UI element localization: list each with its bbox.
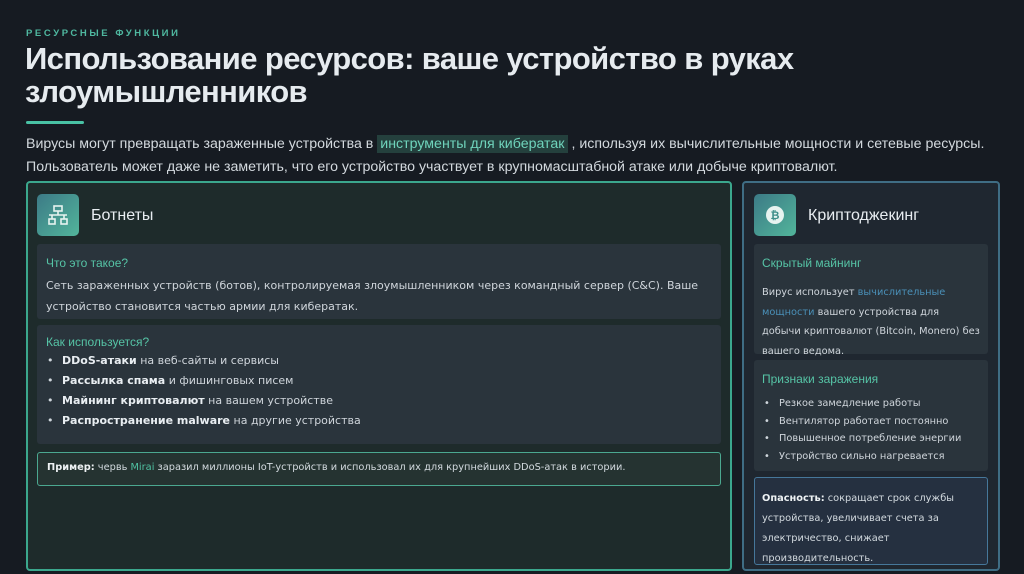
list-item-bold: Майнинг криптовалют (62, 394, 205, 407)
list-item: Резкое замедление работы (762, 395, 980, 413)
botnets-how-heading: Как используется? (46, 335, 150, 349)
list-item: Майнинг криптовалют на вашем устройстве (46, 391, 712, 411)
botnets-icon-box (37, 194, 79, 236)
botnets-what-text: Сеть зараженных устройств (ботов), контр… (46, 279, 699, 313)
hidden-mining-text: Вирус использует вычислительные мощности… (762, 283, 980, 361)
cryptojacking-panel: ₿ Криптоджекинг Скрытый майнинг Вирус ис… (742, 181, 1000, 571)
botnets-example-box: Пример: червь Mirai заразил миллионы IoT… (37, 452, 721, 486)
list-item-text: на веб-сайты и сервисы (136, 354, 279, 367)
example-highlight: Mirai (130, 462, 155, 473)
list-item: Устройство сильно нагревается (762, 448, 980, 466)
danger-box: Опасность: сокращает срок службы устройс… (754, 477, 988, 565)
intro-text-start: Вирусы могут превращать зараженные устро… (26, 136, 378, 152)
hidden-text-start: Вирус использует (762, 287, 858, 298)
cryptojacking-title: Криптоджекинг (808, 207, 920, 224)
list-item-bold: Распространение malware (62, 414, 231, 427)
botnets-title: Ботнеты (91, 207, 154, 224)
list-item-bold: Рассылка спама (62, 374, 166, 387)
bitcoin-icon: ₿ (766, 206, 784, 224)
list-item: Повышенное потребление энергии (762, 430, 980, 448)
example-text-start: червь (94, 462, 131, 473)
botnets-panel: Ботнеты Что это такое? Сеть зараженных у… (26, 181, 732, 571)
network-icon (48, 205, 68, 225)
intro-highlight: инструменты для кибератак (377, 135, 568, 153)
list-item: Рассылка спама и фишинговых писем (46, 371, 712, 391)
botnets-how-card: Как используется? DDoS-атаки на веб-сайт… (37, 325, 721, 444)
infection-signs-heading: Признаки заражения (762, 372, 879, 386)
infection-signs-card: Признаки заражения Резкое замедление раб… (754, 360, 988, 471)
svg-text:₿: ₿ (771, 209, 780, 222)
list-item-text: на другие устройства (230, 414, 361, 427)
list-item: Распространение malware на другие устрой… (46, 411, 712, 431)
intro-paragraph: Вирусы могут превращать зараженные устро… (26, 133, 1006, 179)
botnets-what-heading: Что это такое? (46, 256, 129, 270)
example-text-end: заразил миллионы IoT-устройств и использ… (154, 462, 626, 473)
cryptojacking-icon-box: ₿ (754, 194, 796, 236)
botnets-how-list: DDoS-атаки на веб-сайты и сервисы Рассыл… (46, 351, 712, 431)
danger-label: Опасность: (762, 493, 825, 504)
infection-signs-list: Резкое замедление работы Вентилятор рабо… (762, 395, 980, 465)
botnets-what-card: Что это такое? Сеть зараженных устройств… (37, 244, 721, 319)
hidden-mining-heading: Скрытый майнинг (762, 256, 862, 270)
eyebrow-label: РЕСУРСНЫЕ ФУНКЦИИ (26, 28, 181, 39)
example-label: Пример: (47, 462, 95, 473)
list-item-text: и фишинговых писем (165, 374, 294, 387)
hidden-mining-card: Скрытый майнинг Вирус использует вычисли… (754, 244, 988, 357)
list-item: DDoS-атаки на веб-сайты и сервисы (46, 351, 712, 371)
page-title: Использование ресурсов: ваше устройство … (25, 41, 794, 109)
list-item-text: на вашем устройстве (204, 394, 333, 407)
list-item-bold: DDoS-атаки (62, 354, 137, 367)
title-underline (26, 121, 84, 124)
list-item: Вентилятор работает постоянно (762, 413, 980, 431)
